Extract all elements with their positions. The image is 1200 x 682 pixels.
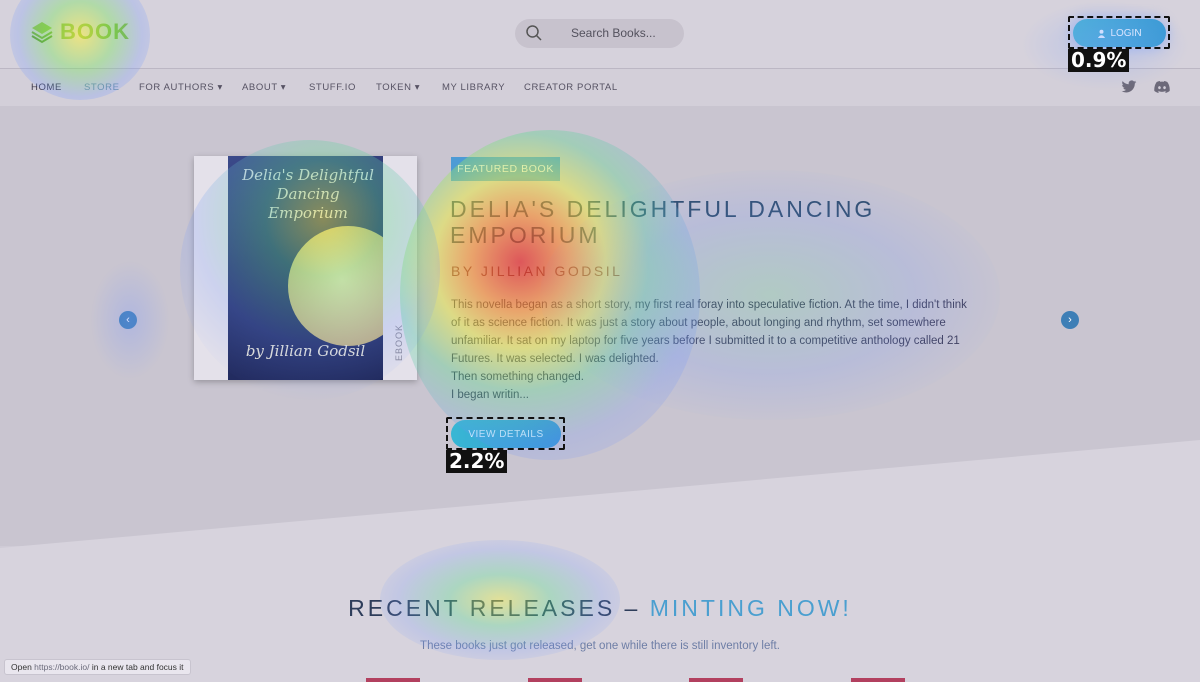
logo[interactable]: BOOK [30, 18, 130, 46]
nav-home[interactable]: HOME [31, 82, 62, 93]
twitter-icon[interactable] [1121, 80, 1137, 94]
description-line: Then something changed. [451, 371, 584, 383]
cover-title: Delia's Delightful Dancing Emporium [242, 166, 374, 222]
nav-my-library[interactable]: MY LIBRARY [442, 82, 505, 93]
book-title[interactable]: DELIA'S DELIGHTFUL DANCING EMPORIUM [450, 196, 910, 248]
cover-moon [288, 226, 383, 346]
recent-releases-heading: RECENT RELEASES – MINTING NOW! [0, 595, 1200, 622]
nav-about[interactable]: ABOUT ▾ [242, 82, 286, 93]
status-suffix: in a new tab and focus it [91, 662, 184, 672]
description-line: I began writin... [451, 389, 529, 401]
description-line: Futures. It was selected. I was delighte… [451, 353, 659, 365]
nav-store[interactable]: STORE [84, 82, 120, 93]
featured-badge: FEATURED BOOK [451, 157, 560, 181]
recent-title-accent: MINTING NOW! [649, 595, 852, 621]
logo-text: BOOK [60, 19, 130, 44]
book-cover[interactable]: Delia's Delightful Dancing Emporium by J… [194, 156, 417, 380]
status-prefix: Open [11, 662, 32, 672]
link-status-tooltip: Open https://book.io/ in a new tab and f… [4, 659, 191, 675]
cover-format-tab: EBOOK [394, 323, 404, 361]
release-card[interactable] [689, 678, 743, 682]
description-line: This novella began as a short story, my … [451, 299, 967, 311]
search-icon [526, 25, 542, 41]
book-author: BY JILLIAN GODSIL [451, 263, 623, 279]
login-click-share: 0.9% [1068, 49, 1130, 72]
cover-art: Delia's Delightful Dancing Emporium by J… [228, 156, 383, 380]
search-input[interactable]: Search Books... [571, 26, 656, 40]
release-card[interactable] [366, 678, 420, 682]
release-card[interactable] [528, 678, 582, 682]
book-logo-icon [31, 22, 53, 44]
carousel-next-button[interactable]: › [1061, 311, 1079, 329]
nav-for-authors[interactable]: FOR AUTHORS ▾ [139, 82, 223, 93]
login-click-region [1068, 16, 1170, 49]
cover-author: by Jillian Godsil [245, 342, 366, 360]
view-details-click-region [446, 417, 565, 450]
description-line: unfamiliar. It sat on my laptop for five… [451, 335, 960, 347]
header: BOOK Search Books... LOGIN [0, 0, 1200, 68]
nav-stuff-io[interactable]: STUFF.IO [309, 82, 356, 93]
view-details-click-share: 2.2% [446, 450, 508, 473]
recent-title-main: RECENT RELEASES – [348, 595, 641, 621]
nav-creator-portal[interactable]: CREATOR PORTAL [524, 82, 618, 93]
book-description: This novella began as a short story, my … [451, 296, 1011, 404]
discord-icon[interactable] [1154, 80, 1170, 94]
nav-token[interactable]: TOKEN ▾ [376, 82, 420, 93]
description-line: of it as science fiction. It was just a … [451, 317, 946, 329]
carousel-prev-button[interactable]: ‹ [119, 311, 137, 329]
recent-releases-subtitle: These books just got released, get one w… [420, 640, 780, 652]
release-card[interactable] [851, 678, 905, 682]
search-bar[interactable]: Search Books... [515, 19, 684, 48]
main-nav: HOME STORE FOR AUTHORS ▾ ABOUT ▾ STUFF.I… [0, 68, 1200, 106]
status-url: https://book.io/ [34, 662, 90, 672]
